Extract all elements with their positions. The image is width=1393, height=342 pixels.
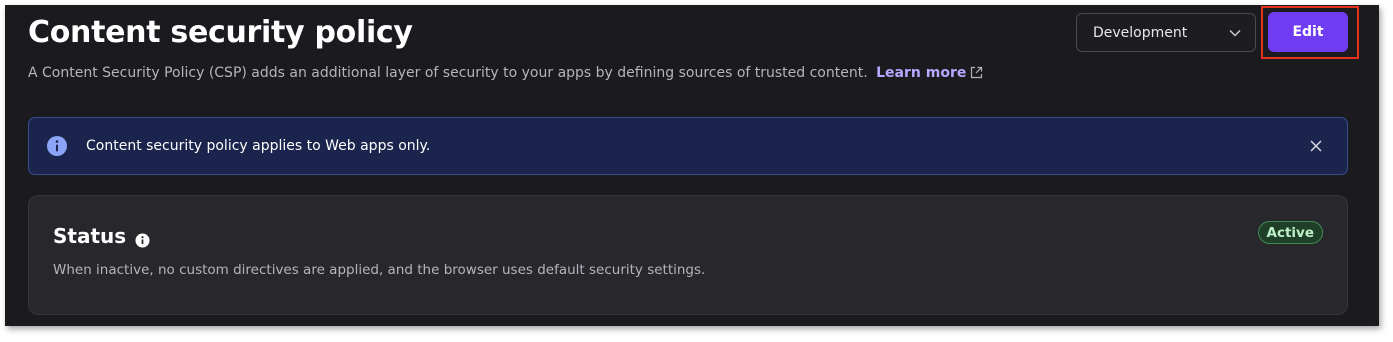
status-card: Status When inactive, no custom directiv… [28, 195, 1348, 315]
csp-settings-panel: Content security policy A Content Securi… [5, 5, 1379, 326]
banner-message: Content security policy applies to Web a… [86, 138, 431, 154]
info-banner: Content security policy applies to Web a… [28, 117, 1348, 175]
status-badge: Active [1257, 221, 1323, 244]
page-title: Content security policy [28, 15, 413, 50]
edit-button[interactable]: Edit [1268, 12, 1348, 52]
chevron-down-icon [1229, 25, 1241, 41]
page-description: A Content Security Policy (CSP) adds an … [28, 65, 983, 83]
learn-more-link[interactable]: Learn more [876, 65, 983, 81]
environment-value: Development [1093, 24, 1188, 41]
description-text: A Content Security Policy (CSP) adds an … [28, 65, 868, 81]
info-icon [46, 135, 68, 157]
external-link-icon [970, 66, 983, 83]
status-title: Status [53, 224, 127, 248]
info-icon[interactable] [135, 229, 150, 247]
status-heading: Status [53, 224, 150, 248]
status-description: When inactive, no custom directives are … [53, 262, 706, 278]
environment-select[interactable]: Development [1076, 13, 1256, 52]
close-icon[interactable] [1307, 137, 1325, 155]
learn-more-label: Learn more [876, 65, 967, 81]
